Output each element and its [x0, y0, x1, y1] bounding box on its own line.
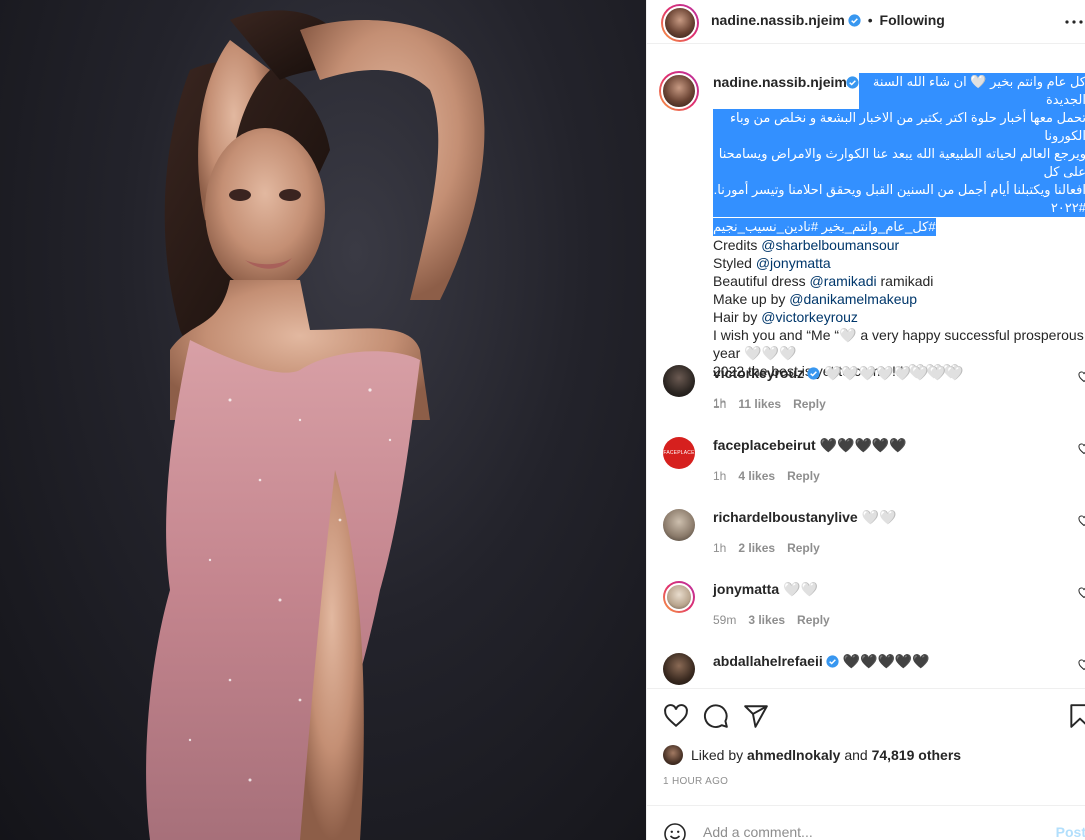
following-button[interactable]: Following — [880, 12, 945, 28]
post-details-panel: nadine.nassib.njeim • Following nadine.n… — [646, 0, 1085, 840]
styled-mention[interactable]: @jonymatta — [756, 255, 831, 271]
comment-username[interactable]: jonymatta — [713, 581, 779, 597]
likes-prefix: Liked by — [691, 747, 744, 763]
comments-scroll-area[interactable]: nadine.nassib.njeim كل عام وانتم بخير 🤍 … — [647, 45, 1085, 688]
comment-reply-button[interactable]: Reply — [793, 397, 826, 411]
caption-arabic-line-2: تحمل معها أخبار حلوة اكتر بكتير من الاخب… — [713, 109, 1085, 145]
comment-time[interactable]: 1h — [713, 397, 726, 411]
dress-suffix: ramikadi — [880, 273, 934, 289]
post-timestamp[interactable]: 1 HOUR AGO — [663, 776, 728, 787]
post-header: nadine.nassib.njeim • Following — [647, 0, 1085, 44]
comment-username[interactable]: richardelboustanylive — [713, 509, 858, 525]
comment-username[interactable]: faceplacebeirut — [713, 437, 816, 453]
header-separator: • — [867, 12, 873, 28]
comment-time[interactable]: 1h — [713, 469, 726, 483]
author-avatar[interactable] — [661, 4, 699, 42]
comment-reply-button[interactable]: Reply — [787, 469, 820, 483]
makeup-label: Make up by — [713, 291, 786, 307]
comment-likes[interactable]: 4 likes — [738, 469, 775, 483]
comment-like-heart-icon[interactable] — [1078, 515, 1085, 527]
caption-author-username[interactable]: nadine.nassib.njeim — [713, 73, 847, 91]
comment-text: 🤍🤍 — [861, 509, 897, 525]
caption-makeup-line: Make up by @danikamelmakeup — [713, 290, 1085, 308]
comment-username[interactable]: victorkeyrouz — [713, 365, 804, 381]
caption-styled-line: Styled @jonymatta — [713, 254, 1085, 272]
comment-item: abdallahelrefaeii 🖤🖤🖤🖤🖤 — [663, 653, 1085, 688]
comment-avatar[interactable]: FACEPLACE — [663, 437, 695, 469]
comment-text: 🖤🖤🖤🖤🖤 — [842, 653, 930, 669]
liker-username[interactable]: ahmedlnokaly — [747, 747, 840, 763]
dress-label: Beautiful dress — [713, 273, 806, 289]
caption-arabic-line-3: ويرجع العالم لحياته الطبيعية الله يبعد ع… — [713, 145, 1085, 181]
post-comment-button[interactable]: Post — [1056, 824, 1085, 840]
verified-badge-icon — [807, 367, 820, 380]
hair-mention[interactable]: @victorkeyrouz — [761, 309, 858, 325]
verified-badge-icon — [826, 655, 839, 668]
likes-others-count[interactable]: 74,819 others — [872, 747, 962, 763]
comment-time[interactable]: 59m — [713, 613, 736, 627]
header-author-username[interactable]: nadine.nassib.njeim — [711, 12, 845, 28]
bookmark-icon[interactable] — [1067, 703, 1085, 729]
comment-avatar[interactable] — [663, 653, 695, 685]
comment-reply-button[interactable]: Reply — [797, 613, 830, 627]
makeup-mention[interactable]: @danikamelmakeup — [789, 291, 917, 307]
comment-text: 🤍🤍 — [783, 581, 818, 597]
styled-label: Styled — [713, 255, 752, 271]
caption-arabic-line-4: افعالنا ويكتبلنا أيام أجمل من السنين الق… — [713, 181, 1085, 217]
share-icon[interactable] — [743, 703, 769, 729]
heart-icon[interactable] — [663, 703, 689, 729]
comment-likes[interactable]: 3 likes — [748, 613, 785, 627]
likes-connector: and — [844, 747, 868, 763]
header-author-row: nadine.nassib.njeim • Following — [711, 12, 945, 28]
comment-time[interactable]: 1h — [713, 541, 726, 555]
comment-item: richardelboustanylive 🤍🤍 1h 2 likes Reply — [663, 509, 1085, 569]
comment-like-heart-icon[interactable] — [1078, 659, 1085, 671]
comment-username[interactable]: abdallahelrefaeii — [713, 653, 823, 669]
caption-hair-line: Hair by @victorkeyrouz — [713, 308, 1085, 326]
caption-wish-line-1: I wish you and “Me “🤍 a very happy succe… — [713, 327, 1084, 343]
caption-dress-line: Beautiful dress @ramikadi ramikadi — [713, 272, 1085, 290]
post-photo[interactable] — [0, 0, 646, 840]
caption-arabic-hashtags[interactable]: #كل_عام_وانتم_بخير #نادين_نسيب_نجيم — [713, 218, 936, 236]
comment-input[interactable] — [703, 824, 1043, 840]
caption-arabic-line-1: كل عام وانتم بخير 🤍 ان شاء الله السنة ال… — [859, 73, 1085, 109]
comment-item: FACEPLACE faceplacebeirut 🖤🖤🖤🖤🖤 1h 4 like… — [663, 437, 1085, 497]
caption-author-avatar[interactable] — [659, 71, 699, 111]
verified-badge-icon — [848, 14, 861, 27]
comment-likes[interactable]: 11 likes — [738, 397, 781, 411]
credits-mention[interactable]: @sharbelboumansour — [761, 237, 899, 253]
comment-avatar[interactable] — [663, 365, 695, 397]
hair-label: Hair by — [713, 309, 758, 325]
comment-item: victorkeyrouz 🤍🤍🤍🤍🤍🤍🤍🤍 1h 11 likes Reply — [663, 365, 1085, 425]
comment-likes[interactable]: 2 likes — [738, 541, 775, 555]
comment-like-heart-icon[interactable] — [1078, 443, 1085, 455]
caption-wish-line-2: year 🤍🤍🤍 — [713, 345, 797, 361]
credits-label: Credits — [713, 237, 758, 253]
caption-credits-line: Credits @sharbelboumansour — [713, 236, 1085, 254]
more-icon[interactable] — [1062, 12, 1085, 32]
verified-badge-icon — [846, 76, 859, 89]
comment-icon[interactable] — [703, 703, 729, 729]
photo-illustration — [146, 10, 485, 840]
comment-like-heart-icon[interactable] — [1078, 371, 1085, 383]
comment-avatar[interactable] — [663, 509, 695, 541]
emoji-icon[interactable] — [663, 822, 687, 840]
comment-text: 🖤🖤🖤🖤🖤 — [819, 437, 907, 453]
post-actions: Liked by ahmedlnokaly and 74,819 others … — [647, 688, 1085, 840]
dress-mention[interactable]: @ramikadi — [810, 273, 877, 289]
add-comment-bar: Post — [647, 805, 1085, 840]
comment-avatar[interactable] — [663, 581, 695, 613]
liker-avatar[interactable] — [663, 745, 683, 765]
comment-text: 🤍🤍🤍🤍🤍🤍🤍🤍 — [823, 365, 964, 381]
likes-summary: Liked by ahmedlnokaly and 74,819 others — [663, 745, 961, 765]
comment-like-heart-icon[interactable] — [1078, 587, 1085, 599]
comment-item: jonymatta 🤍🤍 59m 3 likes Reply — [663, 581, 1085, 641]
comment-reply-button[interactable]: Reply — [787, 541, 820, 555]
